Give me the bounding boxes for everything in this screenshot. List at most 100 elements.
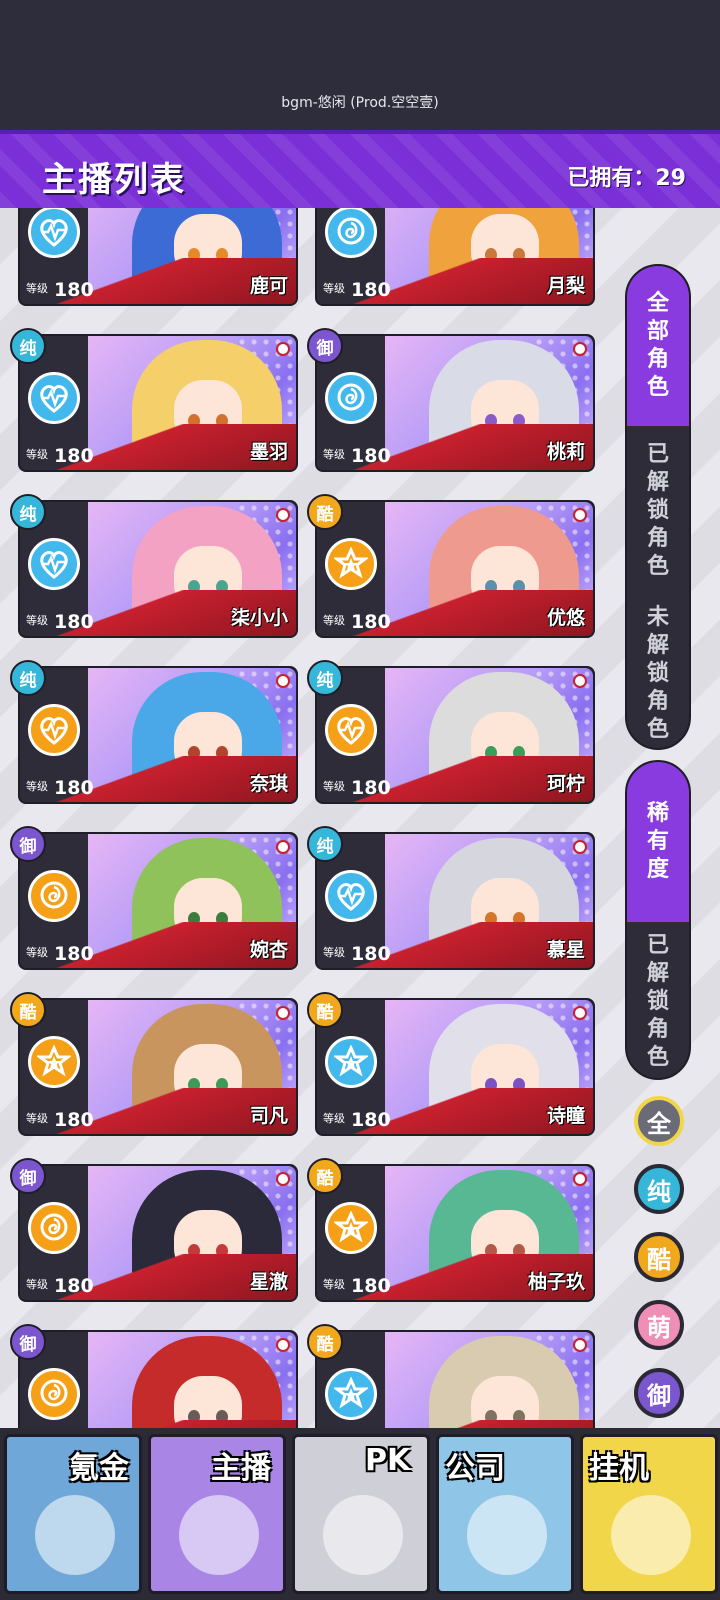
level-label: 等级 (26, 282, 48, 295)
page-header: 主播列表 已拥有：29 (0, 130, 720, 208)
attribute-badge: 御 (307, 328, 343, 364)
nav-streamer[interactable]: 主播 (148, 1434, 286, 1594)
level-label: 等级 (323, 946, 345, 959)
card-indicator (575, 344, 585, 354)
filter-0[interactable]: 全 (634, 1096, 684, 1146)
streamer-list[interactable]: 等级 180 鹿可 等级 180 月梨 等级 180 墨羽纯等级 180 桃莉御等级 180 柒小小纯等… (0, 208, 720, 1458)
level-label: 等级 (26, 780, 48, 793)
nav-building[interactable]: 公司 (436, 1434, 574, 1594)
rose-icon (28, 1368, 80, 1420)
filter-3[interactable]: 萌 (634, 1300, 684, 1350)
nav-label: 主播 (211, 1451, 271, 1486)
nav-piggy[interactable]: 挂机 (580, 1434, 718, 1594)
level-value: 180 (54, 943, 94, 965)
streamer-card[interactable]: 等级 180 柚子玖 (315, 1164, 595, 1302)
page-title: 主播列表 (42, 160, 186, 200)
streamer-name: 柚子玖 (527, 1271, 585, 1293)
card-indicator (575, 842, 585, 852)
rarity-filter-group: 稀有度已解锁角色 (625, 760, 691, 1080)
sidebar-filter-1[interactable]: 已解锁角色 (627, 426, 689, 596)
attribute-badge: 御 (10, 1158, 46, 1194)
nav-label: 挂机 (589, 1451, 649, 1486)
star-icon (325, 1036, 377, 1088)
level-label: 等级 (323, 282, 345, 295)
bgm-label: bgm-悠闲 (Prod.空空壹) (281, 95, 439, 111)
level-label: 等级 (323, 1112, 345, 1125)
heart-pulse-icon (28, 372, 80, 424)
role-filter-group: 全部角色已解锁角色未解锁角色 (625, 264, 691, 750)
building-icon (467, 1495, 547, 1575)
streamer-icon (179, 1495, 259, 1575)
sidebar-filter-1[interactable]: 已解锁角色 (627, 922, 689, 1078)
streamer-card[interactable]: 等级 180 墨羽 (18, 334, 298, 472)
card-indicator (575, 1340, 585, 1350)
streamer-name: 星澈 (249, 1271, 288, 1293)
level-value: 180 (351, 1275, 391, 1297)
level-value: 180 (351, 611, 391, 633)
nav-pk[interactable]: PK (292, 1434, 430, 1594)
attribute-badge: 纯 (307, 660, 343, 696)
sidebar-filter-0[interactable]: 全部角色 (627, 266, 689, 426)
streamer-name: 柒小小 (230, 607, 288, 629)
level-value: 180 (54, 445, 94, 467)
streamer-card[interactable]: 等级 180 司凡 (18, 998, 298, 1136)
heart-pulse-icon (325, 704, 377, 756)
level-label: 等级 (26, 448, 48, 461)
level-label: 等级 (26, 946, 48, 959)
streamer-card[interactable]: 等级 180 慕星 (315, 832, 595, 970)
level-value: 180 (351, 777, 391, 799)
level-value: 180 (54, 1109, 94, 1131)
level-label: 等级 (323, 614, 345, 627)
streamer-card[interactable]: 等级 180 奈琪 (18, 666, 298, 804)
card-indicator (575, 1008, 585, 1018)
streamer-card[interactable]: 等级 180 优悠 (315, 500, 595, 638)
card-indicator (278, 842, 288, 852)
filter-4[interactable]: 御 (634, 1368, 684, 1418)
level-value: 180 (54, 611, 94, 633)
nav-label: 公司 (445, 1451, 505, 1486)
owned-count: 已拥有：29 (567, 160, 686, 192)
streamer-card[interactable]: 等级 180 诗瞳 (315, 998, 595, 1136)
level-value: 180 (54, 777, 94, 799)
attribute-badge: 酷 (307, 1158, 343, 1194)
attribute-badge: 纯 (10, 660, 46, 696)
streamer-name: 慕星 (546, 939, 585, 961)
streamer-name: 优悠 (546, 607, 585, 629)
level-value: 180 (351, 279, 391, 301)
streamer-name: 珂柠 (546, 773, 585, 795)
attribute-badge: 酷 (307, 494, 343, 530)
nav-coins[interactable]: 氪金 (4, 1434, 142, 1594)
streamer-card[interactable]: 等级 180 桃莉 (315, 334, 595, 472)
filter-2[interactable]: 酷 (634, 1232, 684, 1282)
streamer-card[interactable]: 等级 180 婉杏 (18, 832, 298, 970)
attribute-badge: 纯 (10, 328, 46, 364)
sidebar-filter-0[interactable]: 稀有度 (627, 762, 689, 922)
level-value: 180 (351, 943, 391, 965)
attribute-badge: 御 (10, 1324, 46, 1360)
heart-pulse-icon (28, 704, 80, 756)
star-icon (28, 1036, 80, 1088)
streamer-card[interactable]: 等级 180 鹿可 (18, 208, 298, 306)
heart-pulse-icon (28, 538, 80, 590)
attribute-badge: 酷 (307, 1324, 343, 1360)
streamer-name: 婉杏 (249, 939, 288, 961)
streamer-card[interactable]: 等级 180 珂柠 (315, 666, 595, 804)
card-indicator (575, 676, 585, 686)
streamer-name: 司凡 (249, 1105, 288, 1127)
filter-1[interactable]: 纯 (634, 1164, 684, 1214)
attribute-badge: 纯 (307, 826, 343, 862)
streamer-card[interactable]: 等级 180 星澈 (18, 1164, 298, 1302)
rose-icon (325, 208, 377, 258)
level-value: 180 (54, 279, 94, 301)
owned-label: 已拥有： (567, 166, 656, 191)
level-label: 等级 (323, 1278, 345, 1291)
nav-label: 氪金 (69, 1451, 129, 1486)
sidebar-filter-2[interactable]: 未解锁角色 (627, 596, 689, 748)
card-indicator (278, 510, 288, 520)
level-value: 180 (351, 445, 391, 467)
streamer-card[interactable]: 等级 180 柒小小 (18, 500, 298, 638)
star-icon (325, 538, 377, 590)
streamer-name: 桃莉 (546, 441, 585, 463)
card-indicator (278, 1340, 288, 1350)
streamer-card[interactable]: 等级 180 月梨 (315, 208, 595, 306)
